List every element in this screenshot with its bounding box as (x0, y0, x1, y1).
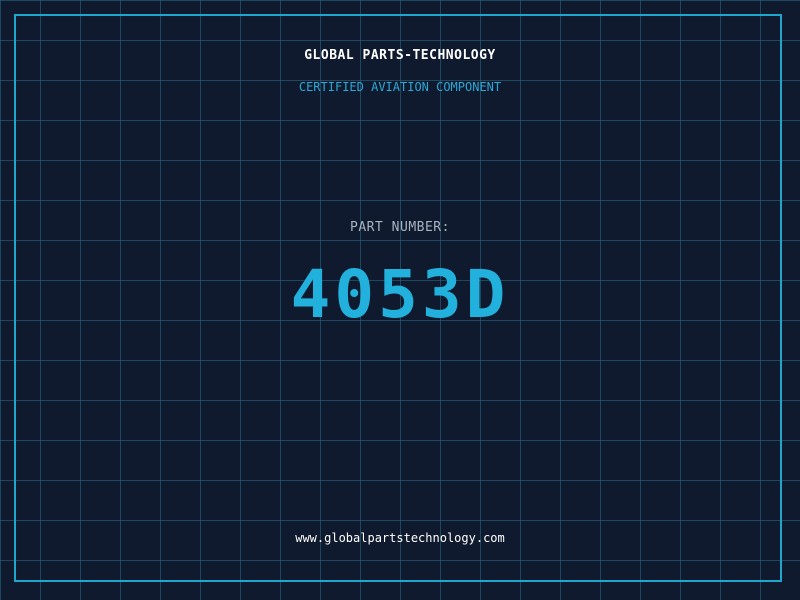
certification-subtitle: CERTIFIED AVIATION COMPONENT (298, 80, 502, 94)
part-number-value: 4053D (290, 256, 510, 333)
company-title: GLOBAL PARTS-TECHNOLOGY (304, 48, 496, 63)
blueprint-label-canvas: GLOBAL PARTS-TECHNOLOGY CERTIFIED AVIATI… (0, 0, 800, 600)
website-url: www.globalpartstechnology.com (295, 531, 505, 545)
part-number-label: PART NUMBER: (350, 220, 450, 235)
